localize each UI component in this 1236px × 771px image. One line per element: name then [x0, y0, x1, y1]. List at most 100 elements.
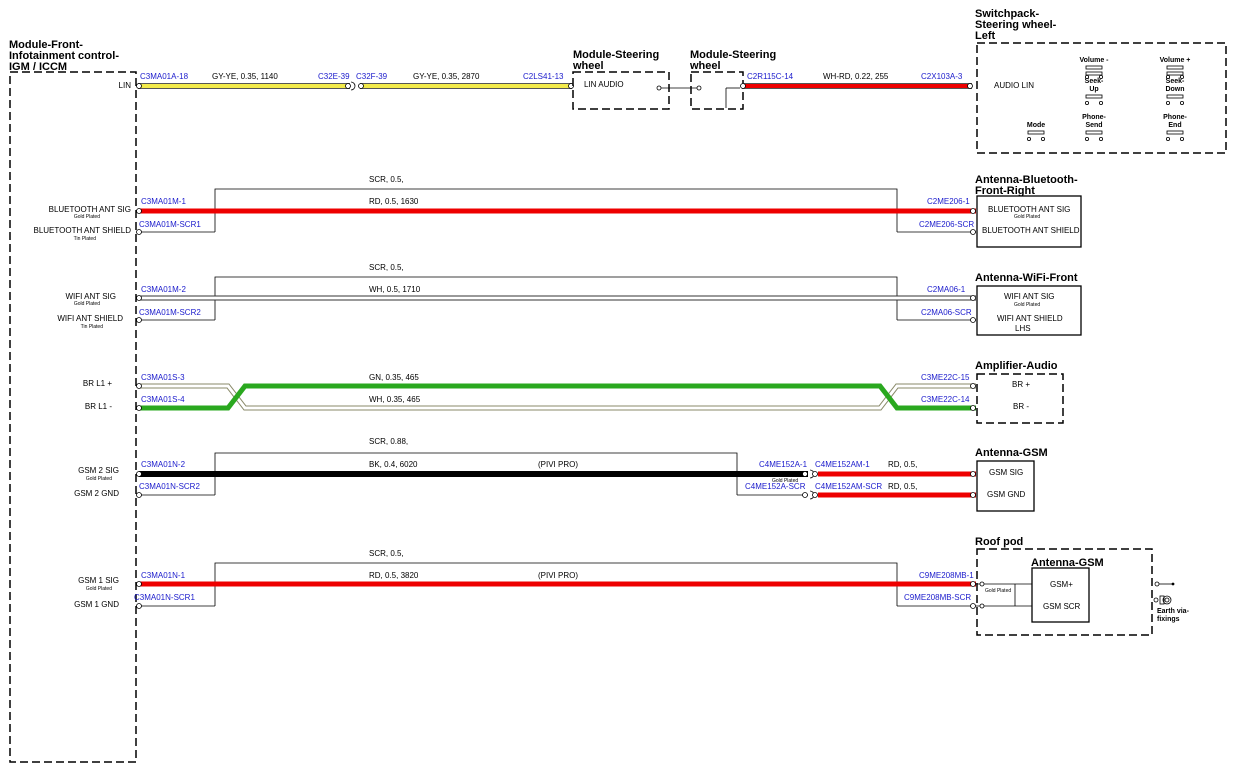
br-connector-d: C3ME22C-14: [921, 395, 970, 404]
steering-module-1-pin-label: LIN AUDIO: [584, 80, 624, 89]
roof-pod-antenna-title: Antenna-GSM: [1031, 557, 1104, 569]
gsm2-ext-label-1: RD, 0.5,: [888, 460, 917, 469]
wifi-antenna-title: Antenna-WiFi-Front: [975, 272, 1078, 284]
wifi-pin-ant-sig: [970, 295, 976, 301]
gsm1-circuit: SCR, 0.5, RD, 0.5, 3820 (PIVI PRO) C3MA0…: [134, 536, 1190, 636]
gsm1-pin-igm-gnd: [136, 603, 142, 609]
gsm2-circuit: SCR, 0.88, BK, 0.4, 6020 (PIVI PRO) RD, …: [136, 437, 1048, 512]
lin-pin-igm: [136, 83, 142, 89]
steering-link-pin-b: [696, 85, 702, 91]
lin-connector-e: C2R115C-14: [747, 72, 794, 81]
roof-pod-pin-b: [979, 603, 985, 609]
bt-connector-c: C2ME206-1: [927, 197, 970, 206]
wifi-pin-igm-sig: [136, 295, 142, 301]
wifi-connector-b: C3MA01M-SCR2: [139, 308, 201, 317]
earth-ground-icon-inner: [1164, 597, 1170, 603]
igm-title-3: IGM / ICCM: [9, 61, 67, 73]
gsm2-connector-d: C4ME152AM-1: [815, 460, 870, 469]
gsm2-pin-inline-sig: [802, 471, 808, 477]
br-minus-wire-outline: [139, 383, 976, 411]
switch-seek-down-icon: [1166, 94, 1184, 99]
switch-seek-up-label-2: Up: [1089, 86, 1098, 93]
gsm2-antenna-title: Antenna-GSM: [975, 447, 1048, 459]
bt-antenna-pin-2: BLUETOOTH ANT SHIELD: [982, 226, 1080, 235]
lin-connector-d: C2LS41-13: [523, 72, 564, 81]
igm-pin-wifi-shield-sub: Tin Plated: [81, 324, 104, 330]
wifi-pin-igm-shield: [136, 317, 142, 323]
gsm2-pin-igm-sig: [136, 471, 142, 477]
switch-volume-up-label: Volume +: [1160, 57, 1191, 64]
wiring-diagram: Module-Front- Infotainment control- IGM …: [9, 8, 1227, 763]
igm-pin-bt-sig: BLUETOOTH ANT SIG: [49, 205, 131, 214]
gsm1-connector-a: C3MA01N-1: [141, 571, 186, 580]
gsm1-pin-pod-gnd: [970, 603, 976, 609]
switch-phone-send-icon: [1085, 130, 1103, 135]
bt-antenna-box: [976, 195, 1082, 248]
gsm1-pin-pod-sig: [970, 581, 976, 587]
lin-wire-1-label: GY-YE, 0.35, 1140: [212, 72, 278, 81]
wifi-connector-d: C2MA06-SCR: [921, 308, 972, 317]
wifi-pin-ant-shield: [970, 317, 976, 323]
switch-phone-end-label-2: End: [1168, 122, 1181, 129]
earth-label-1: Earth via-: [1157, 608, 1190, 615]
switchpack: Switchpack- Steering wheel- Left AUDIO L…: [975, 8, 1227, 154]
gsm2-pin-ant-sig: [970, 471, 976, 477]
gsm2-connector-b: C3MA01N-SCR2: [139, 482, 200, 491]
roof-pod-antenna-box: [1031, 567, 1090, 623]
br-pin-igm-minus: [136, 405, 142, 411]
lin-inline-connector-icon: [350, 81, 356, 91]
bt-pin-ant-sig: [970, 208, 976, 214]
lin-wire-3-pin-a: [740, 83, 746, 89]
igm-pin-gsm1-gnd: GSM 1 GND: [74, 600, 119, 609]
bt-antenna-pin-1: BLUETOOTH ANT SIG: [988, 205, 1070, 214]
switch-seek-up-icon-bar: [1085, 71, 1103, 76]
amplifier-pin-2: BR -: [1013, 402, 1029, 411]
br-plus-label: GN, 0.35, 465: [369, 373, 419, 382]
bt-antenna-title-2: Front-Right: [975, 185, 1035, 197]
bt-signal-label: RD, 0.5, 1630: [369, 197, 419, 206]
switch-volume-down-icon: [1085, 65, 1103, 70]
roof-pod-pin-1: GSM+: [1050, 580, 1073, 589]
wifi-connector-a: C3MA01M-2: [141, 285, 186, 294]
lin-wire-3-pin-b: [967, 83, 973, 89]
switch-phone-end-icon: [1166, 130, 1184, 135]
bt-connector-b: C3MA01M-SCR1: [139, 220, 201, 229]
amplifier-pin-1: BR +: [1012, 380, 1030, 389]
lin-connector-b: C32E-39: [318, 72, 350, 81]
switch-volume-up-icon: [1166, 65, 1184, 70]
roof-pod-title: Roof pod: [975, 536, 1023, 548]
br-minus-wire: [139, 384, 976, 410]
gsm2-pin-inline-gnd-b: [812, 492, 818, 498]
igm-pin-bt-shield: BLUETOOTH ANT SHIELD: [33, 226, 131, 235]
igm-pin-labels: LIN BLUETOOTH ANT SIG Gold Plated BLUETO…: [33, 81, 131, 609]
switch-phone-send-label-2: Send: [1085, 122, 1102, 129]
br-connector-a: C3MA01S-3: [141, 373, 185, 382]
gsm2-pin-ant-gnd: [970, 492, 976, 498]
switchpack-audio-lin: AUDIO LIN: [994, 81, 1034, 90]
bt-pin-igm-sig: [136, 208, 142, 214]
br-pin-amp-minus: [970, 405, 976, 411]
br-connector-c: C3ME22C-15: [921, 373, 970, 382]
lin-wire-3-label: WH-RD, 0.22, 255: [823, 72, 889, 81]
steering-module-2-box: [690, 71, 744, 110]
bt-pin-igm-shield: [136, 229, 142, 235]
wifi-screen-label: SCR, 0.5,: [369, 263, 404, 272]
br-plus-wire: [139, 383, 976, 411]
igm-pin-gsm1-sig-sub: Gold Plated: [86, 586, 112, 592]
bt-screen-label: SCR, 0.5,: [369, 175, 404, 184]
earth-pin-2: [1153, 597, 1159, 603]
steering-module-2-title-2: wheel: [689, 60, 721, 72]
amplifier-title: Amplifier-Audio: [975, 360, 1058, 372]
igm-module: Module-Front- Infotainment control- IGM …: [9, 39, 137, 763]
earth-label-2: fixings: [1157, 616, 1180, 623]
bluetooth-circuit: SCR, 0.5, RD, 0.5, 1630 C3MA01M-1 C3MA01…: [136, 174, 1082, 248]
wifi-connector-c: C2MA06-1: [927, 285, 966, 294]
gsm2-antenna-pin-2: GSM GND: [987, 490, 1025, 499]
switchpack-title-3: Left: [975, 30, 996, 42]
igm-pin-gsm1-sig: GSM 1 SIG: [78, 576, 119, 585]
wifi-antenna-pin-1-sub: Gold Plated: [1014, 302, 1040, 308]
switch-seek-up-label-1: Seek-: [1085, 78, 1104, 85]
amplifier-circuit: GN, 0.35, 465 WH, 0.35, 465 C3MA01S-3 C3…: [136, 360, 1064, 424]
roof-pod-pin-2: GSM SCR: [1043, 602, 1081, 611]
igm-pin-gsm2-gnd: GSM 2 GND: [74, 489, 119, 498]
